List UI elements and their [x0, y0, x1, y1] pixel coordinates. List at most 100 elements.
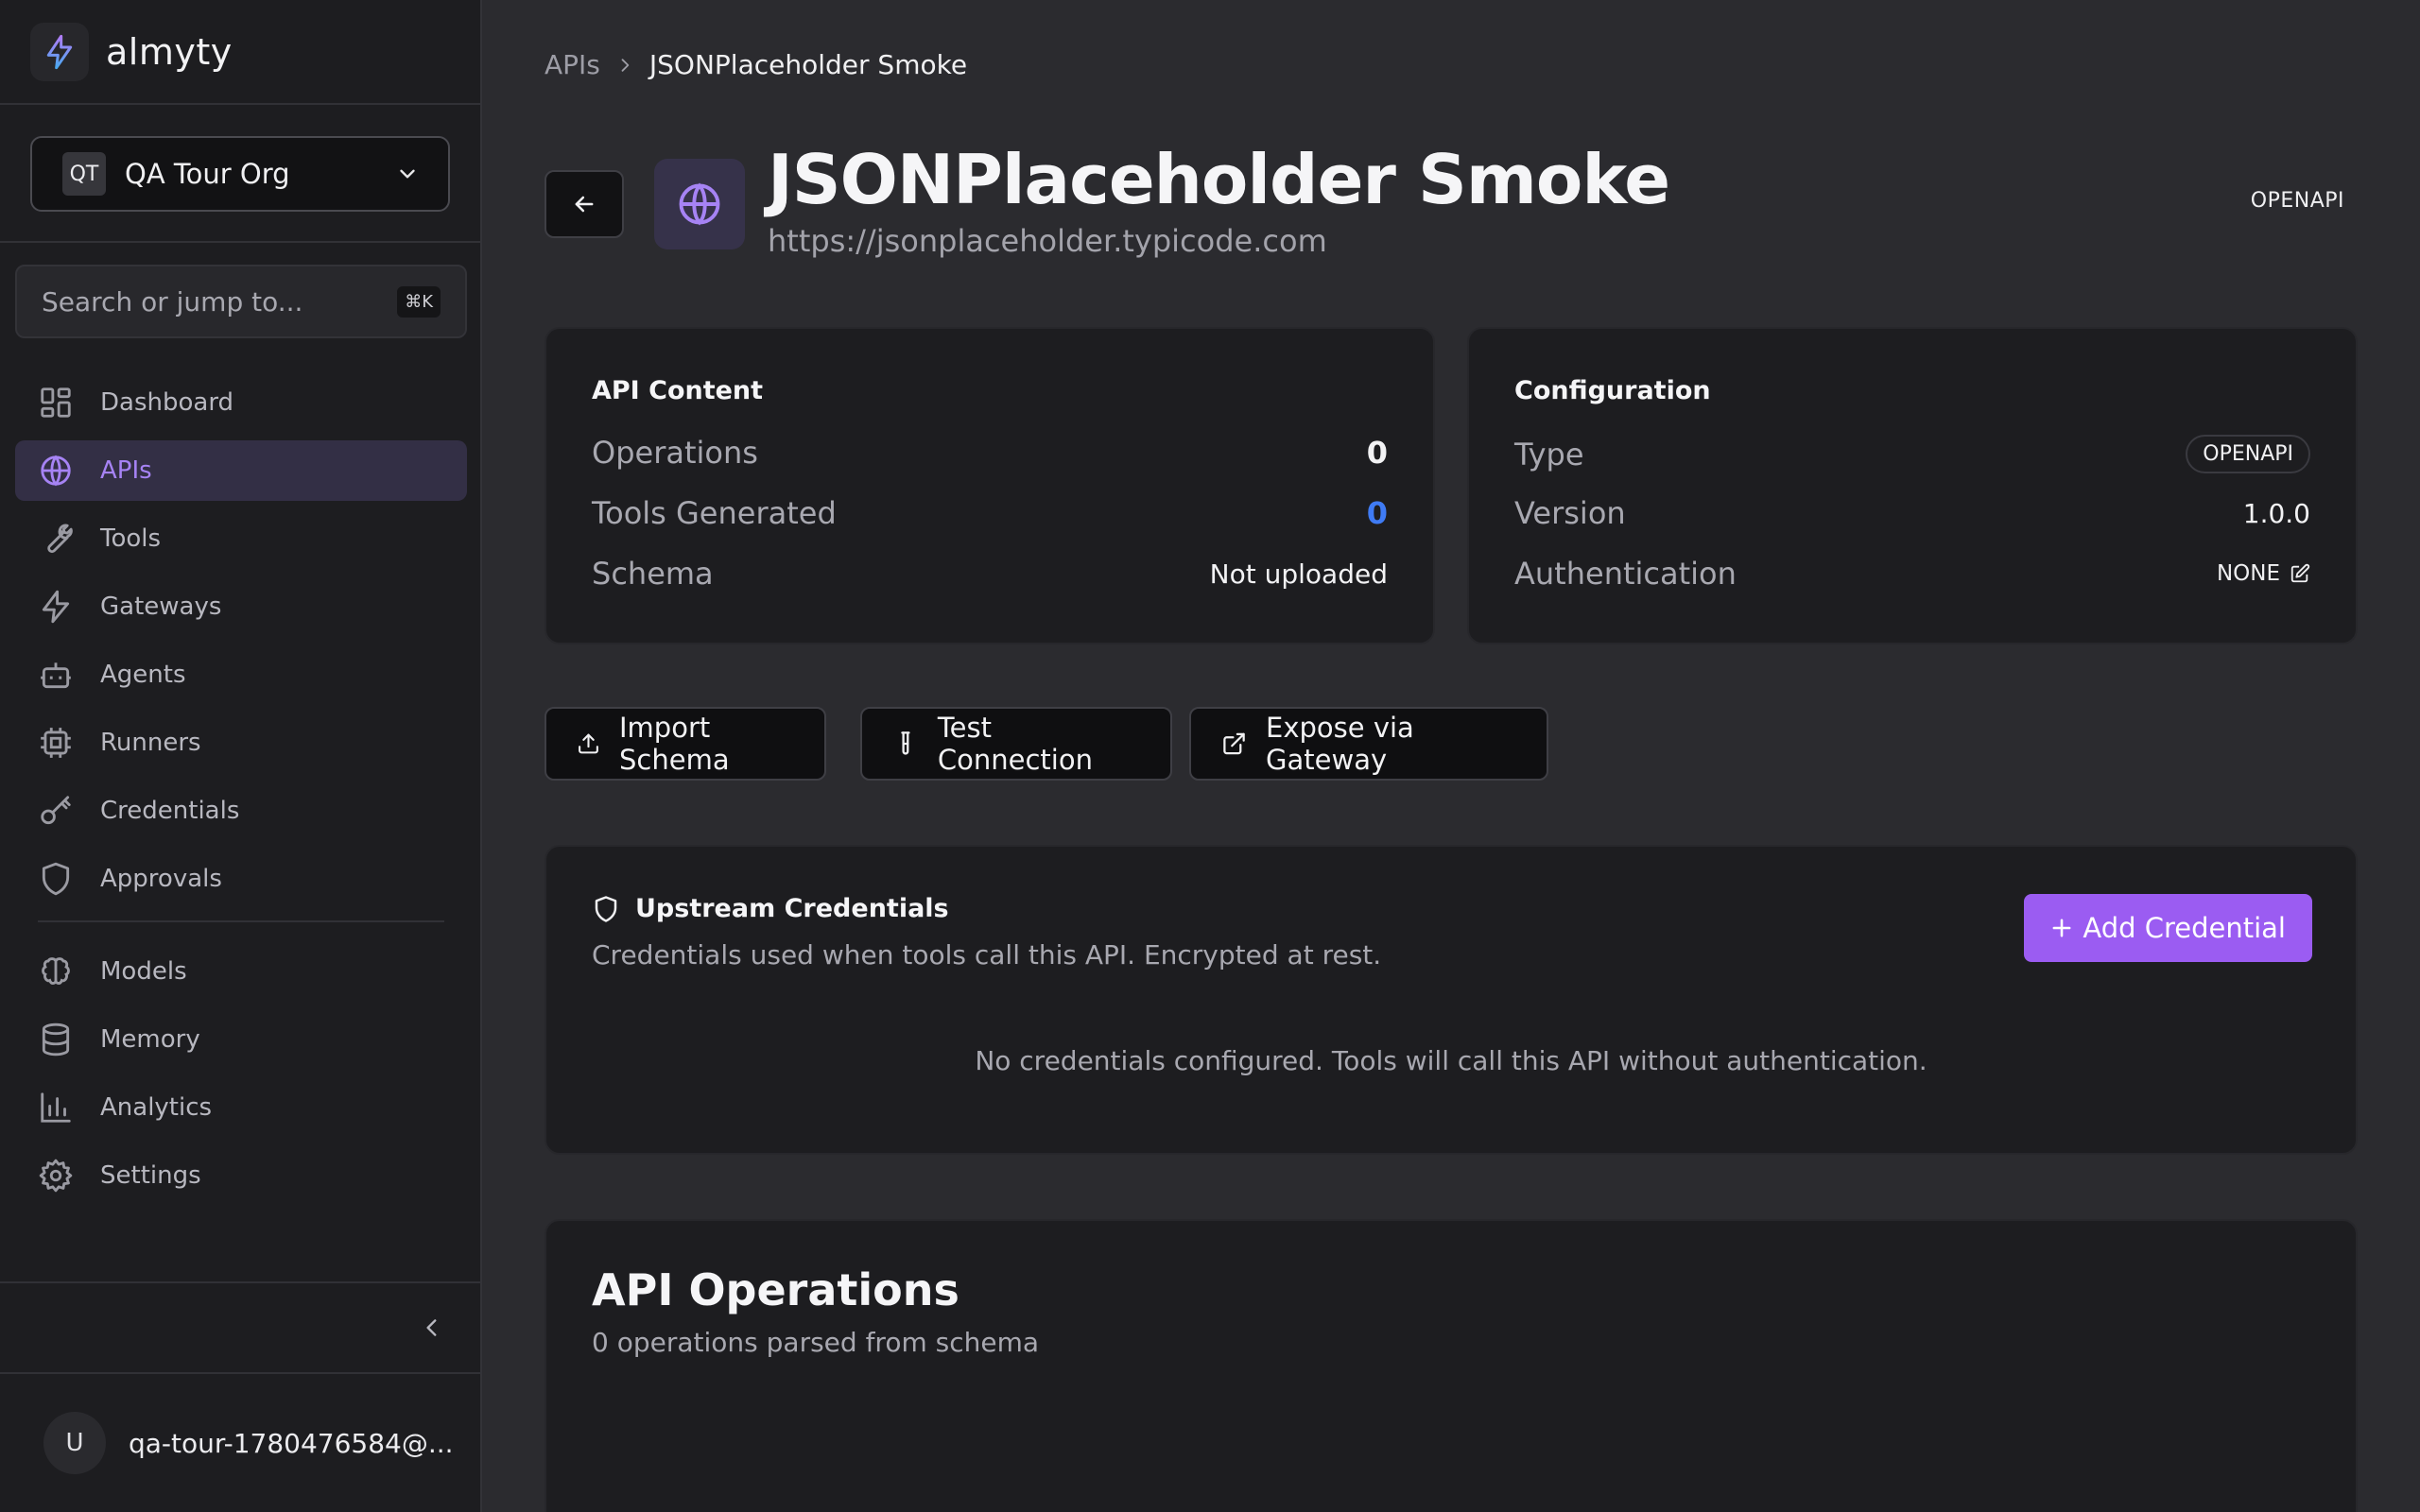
brand[interactable]: almyty: [0, 0, 480, 105]
breadcrumb: APIs JSONPlaceholder Smoke: [544, 49, 967, 80]
search-placeholder: Search or jump to...: [42, 285, 303, 318]
api-base-url: https://jsonplaceholder.typicode.com: [768, 223, 1327, 259]
type-label: Type: [1514, 436, 1584, 472]
sidebar-item-tools[interactable]: Tools: [15, 508, 467, 569]
shield-icon: [595, 895, 617, 922]
authentication-value: NONE: [2216, 561, 2280, 586]
key-icon: [41, 796, 71, 825]
tools-generated-label: Tools Generated: [592, 495, 837, 531]
sidebar-item-label: Settings: [100, 1161, 201, 1190]
configuration-card: Configuration Type OPENAPI Version 1.0.0…: [1467, 327, 2358, 644]
add-credential-button[interactable]: Add Credential: [2024, 894, 2312, 962]
breadcrumb-apis-link[interactable]: APIs: [544, 49, 600, 80]
database-icon: [42, 1022, 70, 1057]
chevron-right-icon: [615, 56, 634, 75]
back-button[interactable]: [544, 170, 624, 238]
cpu-icon: [41, 728, 71, 758]
operations-label: Operations: [592, 435, 758, 471]
brain-icon: [42, 957, 70, 985]
tools-generated-value[interactable]: 0: [1367, 495, 1388, 531]
credentials-empty-message: No credentials configured. Tools will ca…: [975, 1045, 1927, 1076]
lightning-icon: [42, 590, 70, 624]
org-switcher[interactable]: QT QA Tour Org: [30, 136, 450, 212]
user-menu[interactable]: U qa-tour-1780476584@...: [0, 1374, 480, 1512]
breadcrumb-current: JSONPlaceholder Smoke: [648, 49, 968, 80]
org-name: QA Tour Org: [125, 158, 290, 190]
sidebar-item-label: Runners: [100, 729, 201, 757]
sidebar-item-label: APIs: [100, 456, 152, 485]
sidebar-item-label: Analytics: [100, 1093, 213, 1122]
gear-icon: [39, 1159, 73, 1193]
sidebar-item-label: Tools: [100, 524, 162, 553]
credentials-title: Upstream Credentials: [635, 894, 949, 923]
collapse-sidebar-row: [0, 1281, 480, 1374]
operations-row: Operations 0: [592, 435, 1388, 471]
brand-name: almyty: [106, 30, 233, 73]
dashboard-icon: [41, 387, 71, 418]
sidebar-item-label: Models: [100, 957, 187, 986]
external-link-icon: [1223, 732, 1245, 755]
api-globe-icon: [654, 159, 745, 249]
api-content-card: API Content Operations 0 Tools Generated…: [544, 327, 1435, 644]
sidebar-item-memory[interactable]: Memory: [15, 1009, 467, 1070]
edit-icon: [2290, 563, 2310, 583]
bar-chart-icon: [41, 1092, 71, 1123]
org-switcher-wrap: QT QA Tour Org: [0, 105, 480, 243]
operations-value: 0: [1366, 435, 1388, 471]
sidebar-item-credentials[interactable]: Credentials: [15, 781, 467, 841]
sidebar-item-models[interactable]: Models: [15, 941, 467, 1002]
type-badge: OPENAPI: [2186, 435, 2310, 473]
import-schema-label: Import Schema: [619, 712, 730, 776]
sidebar-item-apis[interactable]: APIs: [15, 440, 467, 501]
chevron-down-icon: [400, 169, 415, 179]
credentials-header: Upstream Credentials: [592, 894, 949, 923]
wrench-icon: [47, 524, 73, 554]
schema-label: Schema: [592, 556, 714, 592]
sidebar-item-label: Dashboard: [100, 388, 234, 417]
sidebar: almyty QT QA Tour Org Search or jump to.…: [0, 0, 482, 1512]
sidebar-item-label: Credentials: [100, 797, 240, 825]
api-operations-subtitle: 0 operations parsed from schema: [592, 1327, 1040, 1358]
robot-icon: [41, 662, 71, 689]
sidebar-item-agents[interactable]: Agents: [15, 644, 467, 705]
test-tube-icon: [901, 731, 910, 755]
brand-logo-icon: [30, 22, 89, 81]
api-operations-title: API Operations: [592, 1264, 959, 1315]
sidebar-item-analytics[interactable]: Analytics: [15, 1077, 467, 1138]
tools-generated-row: Tools Generated 0: [592, 495, 1388, 531]
type-row: Type OPENAPI: [1514, 435, 2310, 473]
plus-icon: [2052, 919, 2071, 937]
schema-row: Schema Not uploaded: [592, 556, 1388, 592]
sidebar-item-label: Approvals: [100, 865, 222, 893]
search-input[interactable]: Search or jump to... ⌘K: [15, 265, 467, 338]
sidebar-item-approvals[interactable]: Approvals: [15, 849, 467, 909]
sidebar-item-settings[interactable]: Settings: [15, 1145, 467, 1206]
main-content: APIs JSONPlaceholder Smoke JSONPlacehold…: [484, 0, 2420, 1512]
sidebar-item-label: Gateways: [100, 593, 222, 621]
api-content-title: API Content: [592, 376, 764, 405]
import-schema-button[interactable]: Import Schema: [544, 707, 826, 781]
expose-via-gateway-button[interactable]: Expose via Gateway: [1189, 707, 1548, 781]
expose-via-gateway-label: Expose via Gateway: [1266, 712, 1414, 776]
user-email: qa-tour-1780476584@...: [129, 1427, 454, 1459]
add-credential-label: Add Credential: [2083, 912, 2286, 944]
sidebar-item-gateways[interactable]: Gateways: [15, 576, 467, 637]
version-value: 1.0.0: [2242, 497, 2310, 529]
sidebar-item-runners[interactable]: Runners: [15, 713, 467, 773]
search-shortcut: ⌘K: [397, 285, 441, 318]
shield-icon: [42, 862, 70, 896]
sidebar-item-dashboard[interactable]: Dashboard: [15, 372, 467, 433]
collapse-chevron-left-icon[interactable]: [420, 1314, 444, 1342]
test-connection-label: Test Connection: [937, 712, 1093, 776]
sidebar-item-label: Memory: [100, 1025, 200, 1054]
authentication-edit[interactable]: NONE: [2217, 561, 2310, 586]
arrow-left-icon: [575, 196, 594, 213]
avatar: U: [43, 1412, 106, 1474]
credentials-subtitle: Credentials used when tools call this AP…: [592, 939, 1382, 971]
authentication-label: Authentication: [1514, 556, 1737, 592]
sidebar-nav: Dashboard APIs Tools Gateways Agents Run…: [15, 372, 467, 1213]
nav-divider: [38, 920, 444, 922]
api-type-badge: OPENAPI: [2250, 189, 2344, 213]
version-label: Version: [1514, 495, 1626, 531]
test-connection-button[interactable]: Test Connection: [860, 707, 1172, 781]
